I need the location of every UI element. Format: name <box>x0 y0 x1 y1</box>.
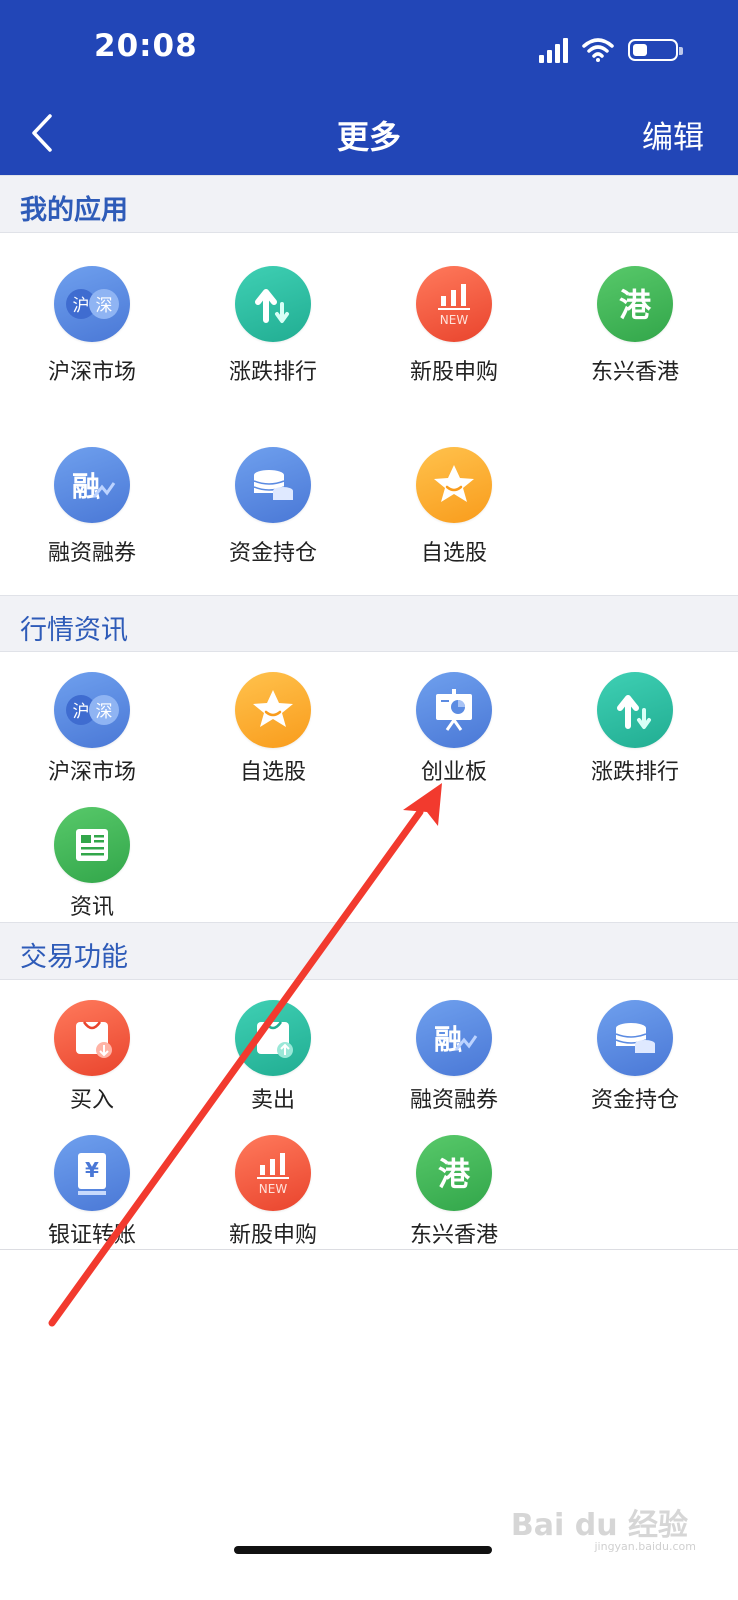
news-icon <box>54 807 130 883</box>
app-item-label: 新股申购 <box>409 360 498 385</box>
home-indicator[interactable] <box>234 1546 492 1554</box>
trade-item-label: 卖出 <box>250 1088 295 1113</box>
watchlist-star-icon <box>235 672 311 748</box>
market-item-label: 沪深市场 <box>47 760 136 785</box>
section-title: 行情资讯 <box>20 615 128 646</box>
sell-icon <box>235 1000 311 1076</box>
rise-fall-ranking-icon <box>235 266 311 342</box>
svg-text:NEW: NEW <box>259 1182 288 1196</box>
trade-item-buy[interactable]: 买入 <box>0 1000 184 1114</box>
rise-fall-ranking-icon <box>597 672 673 748</box>
svg-text:深: 深 <box>96 296 113 316</box>
trade-item-funds-position[interactable]: 资金持仓 <box>543 1000 727 1114</box>
market-item-label: 涨跌排行 <box>590 760 679 785</box>
section-title: 我的应用 <box>20 195 128 226</box>
margin-trading-icon: 融 <box>416 1000 492 1076</box>
app-item-label: 涨跌排行 <box>228 360 317 385</box>
trade-item-label: 融资融券 <box>409 1088 498 1113</box>
market-item-hushen-market[interactable]: 沪 深 沪深市场 <box>0 672 184 786</box>
svg-text:NEW: NEW <box>440 313 469 327</box>
page-title: 更多 <box>336 118 401 156</box>
margin-trading-icon: 融 <box>54 447 130 523</box>
wifi-icon <box>582 38 614 62</box>
trade-item-label: 银证转账 <box>47 1223 136 1248</box>
app-item-label: 东兴香港 <box>590 360 679 385</box>
section-title: 交易功能 <box>20 942 128 973</box>
status-time: 20:08 <box>94 28 198 64</box>
market-item-rise-fall-ranking[interactable]: 涨跌排行 <box>543 672 727 786</box>
battery-level <box>633 44 647 56</box>
funds-position-icon <box>235 447 311 523</box>
app-item-hong-kong[interactable]: 港 东兴香港 <box>543 266 727 386</box>
app-item-label: 沪深市场 <box>47 360 136 385</box>
funds-position-icon <box>597 1000 673 1076</box>
section-header-market-news: 行情资讯 <box>0 595 738 652</box>
new-stock-subscription-icon: NEW <box>235 1135 311 1211</box>
hushen-market-icon: 沪 深 <box>54 672 130 748</box>
trade-item-label: 买入 <box>69 1088 114 1113</box>
svg-text:沪: 沪 <box>73 296 90 316</box>
market-item-news[interactable]: 资讯 <box>0 807 184 921</box>
bottom-divider <box>0 1249 738 1250</box>
app-item-hushen-market[interactable]: 沪 深 沪深市场 <box>0 266 184 386</box>
svg-text:港: 港 <box>438 1155 471 1193</box>
bank-transfer-icon: ¥ <box>54 1135 130 1211</box>
trade-item-label: 资金持仓 <box>590 1088 679 1113</box>
app-item-margin-trading[interactable]: 融 融资融券 <box>0 447 184 567</box>
svg-text:融: 融 <box>434 1023 462 1056</box>
app-item-funds-position[interactable]: 资金持仓 <box>181 447 365 567</box>
market-item-gem-board[interactable]: 创业板 <box>362 672 546 786</box>
svg-text:融: 融 <box>72 470 100 503</box>
section-header-my-apps: 我的应用 <box>0 175 738 233</box>
buy-bag-icon <box>54 1000 130 1076</box>
app-item-rise-fall-ranking[interactable]: 涨跌排行 <box>181 266 365 386</box>
cellular-signal-icon <box>539 37 568 63</box>
trade-item-hong-kong[interactable]: 港 东兴香港 <box>362 1135 546 1249</box>
watchlist-star-icon <box>416 447 492 523</box>
trade-item-sell[interactable]: 卖出 <box>181 1000 365 1114</box>
gem-board-icon <box>416 672 492 748</box>
trade-item-label: 新股申购 <box>228 1223 317 1248</box>
app-item-label: 资金持仓 <box>228 541 317 566</box>
hong-kong-icon: 港 <box>416 1135 492 1211</box>
market-item-label: 资讯 <box>69 895 114 920</box>
app-item-label: 融资融券 <box>47 541 136 566</box>
trade-item-margin-trading[interactable]: 融 融资融券 <box>362 1000 546 1114</box>
market-item-label: 自选股 <box>239 760 306 785</box>
app-item-new-stock-subscription[interactable]: NEW 新股申购 <box>362 266 546 386</box>
trade-item-bank-transfer[interactable]: ¥ 银证转账 <box>0 1135 184 1249</box>
watermark-domain: jingyan.baidu.com <box>594 1540 696 1553</box>
app-item-watchlist[interactable]: 自选股 <box>362 447 546 567</box>
market-item-watchlist[interactable]: 自选股 <box>181 672 365 786</box>
trade-item-new-stock-subscription[interactable]: NEW 新股申购 <box>181 1135 365 1249</box>
app-item-label: 自选股 <box>420 541 487 566</box>
hushen-market-icon: 沪 深 <box>54 266 130 342</box>
svg-text:深: 深 <box>96 702 113 722</box>
battery-icon <box>628 39 683 61</box>
top-bar: 20:08 更多 编辑 <box>0 0 738 175</box>
section-header-trading: 交易功能 <box>0 922 738 980</box>
svg-text:港: 港 <box>619 286 652 324</box>
edit-button[interactable]: 编辑 <box>642 112 704 157</box>
svg-text:沪: 沪 <box>73 702 90 722</box>
market-item-label: 创业板 <box>420 760 487 785</box>
new-stock-subscription-icon: NEW <box>416 266 492 342</box>
red-arrow-annotation <box>48 783 442 1327</box>
status-icons <box>539 30 683 70</box>
svg-text:¥: ¥ <box>85 1158 99 1182</box>
hong-kong-icon: 港 <box>597 266 673 342</box>
trade-item-label: 东兴香港 <box>409 1223 498 1248</box>
watermark-logo: Bai du 经验 <box>510 1508 688 1543</box>
